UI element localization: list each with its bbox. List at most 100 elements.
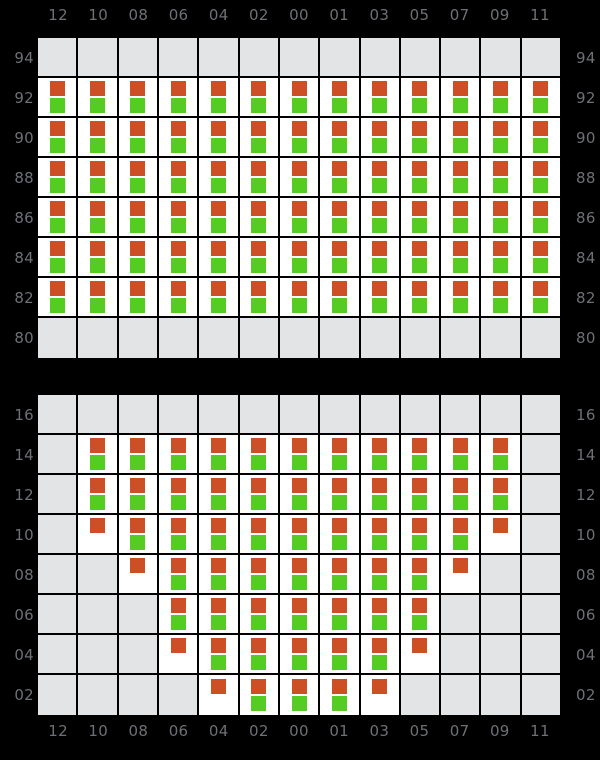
- grid-cell[interactable]: [481, 158, 522, 198]
- grid-cell[interactable]: [38, 38, 79, 78]
- grid-cell[interactable]: [481, 278, 522, 318]
- grid-cell[interactable]: [360, 555, 401, 595]
- grid-cell[interactable]: [118, 318, 159, 358]
- grid-cell[interactable]: [158, 238, 200, 278]
- grid-cell[interactable]: [38, 238, 79, 278]
- grid-cell[interactable]: [158, 38, 200, 78]
- grid-cell[interactable]: [521, 198, 561, 238]
- grid-cell[interactable]: [360, 238, 401, 278]
- grid-cell[interactable]: [360, 595, 401, 635]
- grid-cell[interactable]: [521, 555, 561, 595]
- grid-cell[interactable]: [239, 395, 280, 435]
- grid-cell[interactable]: [441, 675, 482, 715]
- grid-cell[interactable]: [320, 118, 361, 158]
- grid-cell[interactable]: [441, 158, 482, 198]
- grid-cell[interactable]: [118, 675, 159, 715]
- grid-cell[interactable]: [199, 198, 240, 238]
- grid-cell[interactable]: [400, 555, 442, 595]
- grid-cell[interactable]: [279, 38, 321, 78]
- grid-cell[interactable]: [481, 318, 522, 358]
- grid-cell[interactable]: [481, 38, 522, 78]
- grid-cell[interactable]: [118, 635, 159, 675]
- grid-cell[interactable]: [360, 78, 401, 118]
- grid-cell[interactable]: [360, 395, 401, 435]
- grid-cell[interactable]: [78, 38, 119, 78]
- grid-cell[interactable]: [118, 435, 159, 475]
- grid-cell[interactable]: [521, 635, 561, 675]
- grid-cell[interactable]: [38, 515, 79, 555]
- grid-cell[interactable]: [199, 118, 240, 158]
- grid-cell[interactable]: [521, 278, 561, 318]
- grid-cell[interactable]: [279, 475, 321, 515]
- grid-cell[interactable]: [400, 38, 442, 78]
- grid-cell[interactable]: [279, 238, 321, 278]
- grid-cell[interactable]: [118, 118, 159, 158]
- grid-cell[interactable]: [521, 158, 561, 198]
- grid-cell[interactable]: [441, 595, 482, 635]
- grid-cell[interactable]: [441, 278, 482, 318]
- grid-cell[interactable]: [38, 278, 79, 318]
- grid-cell[interactable]: [199, 278, 240, 318]
- grid-cell[interactable]: [199, 318, 240, 358]
- grid-cell[interactable]: [78, 118, 119, 158]
- grid-cell[interactable]: [521, 475, 561, 515]
- grid-cell[interactable]: [158, 675, 200, 715]
- grid-cell[interactable]: [441, 395, 482, 435]
- grid-cell[interactable]: [239, 118, 280, 158]
- grid-cell[interactable]: [320, 555, 361, 595]
- grid-cell[interactable]: [118, 198, 159, 238]
- grid-cell[interactable]: [78, 555, 119, 595]
- grid-cell[interactable]: [38, 118, 79, 158]
- grid-cell[interactable]: [158, 515, 200, 555]
- grid-cell[interactable]: [118, 515, 159, 555]
- grid-cell[interactable]: [199, 635, 240, 675]
- grid-cell[interactable]: [400, 198, 442, 238]
- grid-cell[interactable]: [158, 595, 200, 635]
- grid-cell[interactable]: [400, 515, 442, 555]
- grid-cell[interactable]: [360, 278, 401, 318]
- grid-cell[interactable]: [400, 78, 442, 118]
- grid-cell[interactable]: [279, 395, 321, 435]
- grid-cell[interactable]: [199, 475, 240, 515]
- grid-cell[interactable]: [199, 38, 240, 78]
- grid-cell[interactable]: [38, 198, 79, 238]
- grid-cell[interactable]: [239, 238, 280, 278]
- grid-cell[interactable]: [118, 158, 159, 198]
- grid-cell[interactable]: [360, 318, 401, 358]
- grid-cell[interactable]: [441, 555, 482, 595]
- grid-cell[interactable]: [279, 78, 321, 118]
- grid-cell[interactable]: [38, 158, 79, 198]
- grid-cell[interactable]: [158, 475, 200, 515]
- grid-cell[interactable]: [400, 435, 442, 475]
- grid-cell[interactable]: [199, 158, 240, 198]
- grid-cell[interactable]: [521, 435, 561, 475]
- grid-cell[interactable]: [360, 198, 401, 238]
- grid-cell[interactable]: [521, 238, 561, 278]
- grid-cell[interactable]: [279, 158, 321, 198]
- grid-cell[interactable]: [481, 198, 522, 238]
- grid-cell[interactable]: [320, 515, 361, 555]
- grid-cell[interactable]: [481, 515, 522, 555]
- grid-cell[interactable]: [441, 238, 482, 278]
- grid-cell[interactable]: [521, 395, 561, 435]
- grid-cell[interactable]: [481, 395, 522, 435]
- grid-cell[interactable]: [38, 675, 79, 715]
- grid-cell[interactable]: [78, 475, 119, 515]
- grid-cell[interactable]: [441, 515, 482, 555]
- grid-cell[interactable]: [481, 238, 522, 278]
- grid-cell[interactable]: [199, 555, 240, 595]
- grid-cell[interactable]: [78, 675, 119, 715]
- grid-cell[interactable]: [38, 555, 79, 595]
- grid-cell[interactable]: [441, 435, 482, 475]
- grid-cell[interactable]: [199, 238, 240, 278]
- grid-cell[interactable]: [78, 78, 119, 118]
- grid-cell[interactable]: [239, 318, 280, 358]
- grid-cell[interactable]: [239, 635, 280, 675]
- grid-cell[interactable]: [78, 278, 119, 318]
- grid-cell[interactable]: [239, 198, 280, 238]
- grid-cell[interactable]: [279, 198, 321, 238]
- grid-cell[interactable]: [118, 595, 159, 635]
- grid-cell[interactable]: [239, 38, 280, 78]
- grid-cell[interactable]: [521, 595, 561, 635]
- grid-cell[interactable]: [481, 595, 522, 635]
